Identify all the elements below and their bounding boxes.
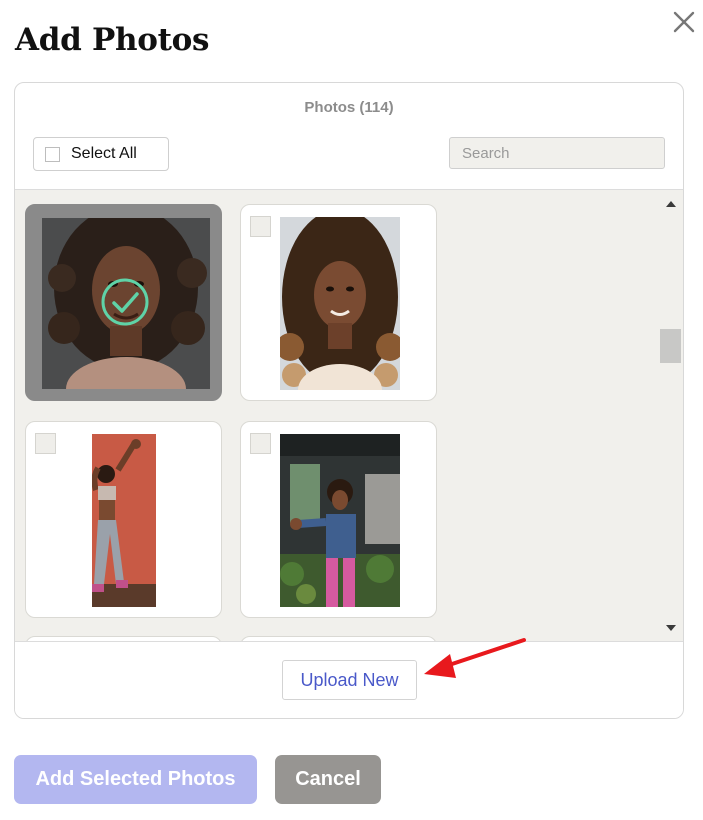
photo-checkbox[interactable] xyxy=(250,216,271,237)
checkmark-icon xyxy=(101,278,149,326)
photo-checkbox[interactable] xyxy=(35,433,56,454)
panel-footer: Upload New xyxy=(15,641,683,718)
close-icon[interactable] xyxy=(668,6,700,38)
search-input[interactable] xyxy=(449,137,665,169)
dialog-title: Add Photos xyxy=(15,22,210,58)
photo-picker-panel: Photos (114) Select All Search Upload Ne… xyxy=(14,82,684,719)
photo-card-4[interactable] xyxy=(240,421,437,618)
photo-checkbox[interactable] xyxy=(250,433,271,454)
photo-card-2[interactable] xyxy=(240,204,437,401)
select-all-label: Select All xyxy=(71,145,137,162)
photos-count: Photos (114) xyxy=(304,99,394,116)
scroll-thumb[interactable] xyxy=(660,329,681,363)
photo-card-3[interactable] xyxy=(25,421,222,618)
select-all-checkbox[interactable] xyxy=(45,146,60,162)
cancel-button[interactable]: Cancel xyxy=(275,755,381,804)
photo-grid xyxy=(15,190,683,641)
panel-header: Photos (114) Select All xyxy=(15,83,683,190)
scroll-down-icon[interactable] xyxy=(665,623,677,633)
photo-card-1[interactable] xyxy=(25,204,222,401)
add-selected-photos-button[interactable]: Add Selected Photos xyxy=(14,755,257,804)
scroll-up-icon[interactable] xyxy=(665,199,677,209)
photo-thumbnail xyxy=(92,434,156,607)
scrollbar[interactable] xyxy=(659,190,683,641)
photo-thumbnail xyxy=(280,217,400,390)
arrow-annotation xyxy=(424,638,526,678)
select-all-button[interactable]: Select All xyxy=(33,137,169,171)
upload-new-button[interactable]: Upload New xyxy=(282,660,417,700)
photo-thumbnail xyxy=(280,434,400,607)
